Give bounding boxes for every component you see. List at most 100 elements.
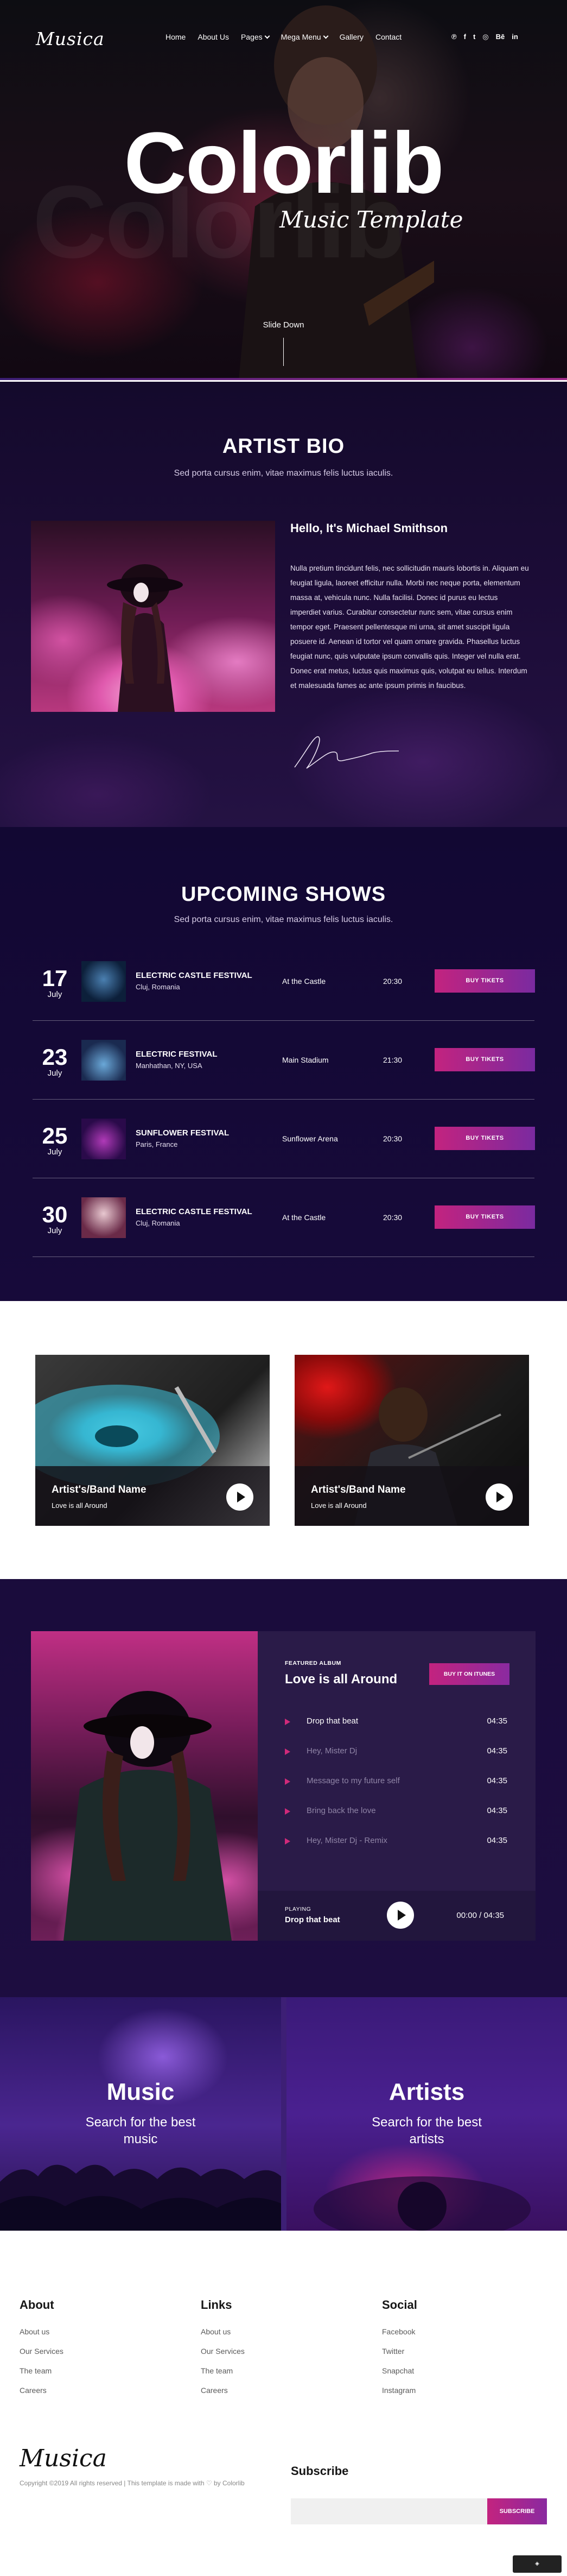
show-name: ELECTRIC FESTIVAL	[136, 1050, 218, 1059]
nav-pages[interactable]: Pages	[240, 33, 270, 41]
linkedin-icon[interactable]: in	[512, 33, 518, 41]
footer-column-links: Links About us Our Services The team Car…	[201, 2298, 245, 2405]
show-venue: At the Castle	[282, 1213, 326, 1222]
footer-link[interactable]: The team	[201, 2366, 245, 2386]
show-location: Paris, France	[136, 1140, 178, 1148]
buy-tickets-button[interactable]: BUY TIKETS	[435, 1127, 535, 1150]
now-playing-bar: PLAYING Drop that beat 00:00 / 04:35	[258, 1891, 536, 1941]
footer-heading: About	[20, 2298, 54, 2312]
section-title: UPCOMING SHOWS	[181, 883, 386, 906]
show-thumbnail	[81, 1119, 126, 1159]
chevron-down-icon	[323, 33, 329, 39]
promo-section: Music Search for the best music Artists …	[0, 1997, 567, 2231]
promo-text: Search for the best artists	[372, 2115, 482, 2146]
bio-heading: Hello, It's Michael Smithson	[290, 521, 448, 535]
play-icon[interactable]	[226, 1483, 253, 1511]
footer-link[interactable]: Our Services	[201, 2347, 245, 2366]
footer-link[interactable]: Careers	[201, 2386, 245, 2405]
footer-link[interactable]: Our Services	[20, 2347, 63, 2366]
hero-section: CoIorlib Musica Home About Us Pages Mega…	[0, 0, 567, 380]
show-time: 20:30	[383, 977, 403, 986]
show-venue: Sunflower Arena	[282, 1134, 338, 1143]
track-name: Drop that beat	[307, 1716, 359, 1726]
card-subtitle: Love is all Around	[311, 1501, 367, 1510]
play-icon[interactable]	[486, 1483, 513, 1511]
footer-link[interactable]: Careers	[20, 2386, 63, 2405]
footer-link[interactable]: About us	[201, 2327, 245, 2347]
footer-heading: Social	[382, 2298, 417, 2312]
album-title: Love is all Around	[285, 1672, 398, 1687]
logo[interactable]: Musica	[36, 28, 105, 49]
nav-mega-menu[interactable]: Mega Menu	[281, 33, 329, 41]
track-duration: 04:35	[487, 1806, 507, 1815]
pinterest-icon[interactable]: ℗	[451, 33, 457, 41]
hero-subtitle: Music Template	[279, 206, 463, 233]
show-row: 25 July SUNFLOWER FESTIVAL Paris, France…	[33, 1100, 535, 1178]
subscribe-email-input[interactable]	[291, 2498, 487, 2524]
footer-link[interactable]: Twitter	[382, 2347, 417, 2366]
track-name: Hey, Mister Dj - Remix	[307, 1836, 387, 1845]
show-day: 17	[42, 965, 68, 991]
footer-link[interactable]: Snapchat	[382, 2366, 417, 2386]
slide-down-link[interactable]: Slide Down	[0, 320, 567, 330]
show-venue: Main Stadium	[282, 1056, 329, 1064]
show-time: 20:30	[383, 1134, 403, 1143]
track-item[interactable]: Hey, Mister Dj 04:35	[285, 1746, 507, 1757]
footer-link[interactable]: Facebook	[382, 2327, 417, 2347]
show-location: Cluj, Romania	[136, 983, 180, 991]
nav-label: Contact	[375, 33, 402, 41]
nav-home[interactable]: Home	[165, 33, 186, 41]
footer-link[interactable]: Instagram	[382, 2386, 417, 2405]
show-month: July	[47, 1226, 62, 1235]
main-nav: Home About Us Pages Mega Menu Gallery Co…	[165, 33, 402, 41]
artist-photo	[31, 521, 275, 712]
show-thumbnail	[81, 1197, 126, 1238]
track-item[interactable]: Hey, Mister Dj - Remix 04:35	[285, 1836, 507, 1847]
show-month: July	[47, 1147, 62, 1157]
now-playing-title: Drop that beat	[285, 1915, 340, 1924]
show-row: 30 July ELECTRIC CASTLE FESTIVAL Cluj, R…	[33, 1178, 535, 1257]
subscribe-button[interactable]: SUBSCRIBE	[487, 2498, 547, 2524]
card-title: Artist's/Band Name	[52, 1484, 146, 1495]
buy-tickets-button[interactable]: BUY TIKETS	[435, 1048, 535, 1071]
section-subtitle: Sed porta cursus enim, vitae maximus fel…	[174, 469, 393, 478]
album-cover	[31, 1631, 258, 1941]
footer-link[interactable]: About us	[20, 2327, 63, 2347]
footer-column-about: About About us Our Services The team Car…	[20, 2298, 63, 2405]
footer-link[interactable]: The team	[20, 2366, 63, 2386]
facebook-icon[interactable]: f	[464, 33, 466, 41]
promo-title: Music	[106, 2079, 175, 2105]
track-item[interactable]: Bring back the love 04:35	[285, 1806, 507, 1817]
promo-artists[interactable]: Artists Search for the best artists	[286, 1997, 567, 2231]
buy-tickets-button[interactable]: BUY TIKETS	[435, 1205, 535, 1229]
track-item[interactable]: Drop that beat 04:35	[285, 1716, 507, 1727]
show-name: ELECTRIC CASTLE FESTIVAL	[136, 1207, 252, 1216]
show-row: 23 July ELECTRIC FESTIVAL Manhathan, NY,…	[33, 1021, 535, 1100]
play-icon[interactable]	[387, 1902, 414, 1929]
buy-tickets-button[interactable]: BUY TIKETS	[435, 969, 535, 993]
nav-label: Pages	[240, 33, 263, 41]
show-thumbnail	[81, 1040, 126, 1081]
show-name: SUNFLOWER FESTIVAL	[136, 1128, 230, 1138]
artist-card[interactable]: Artist's/Band Name Love is all Around	[35, 1355, 270, 1526]
nav-about[interactable]: About Us	[198, 33, 229, 41]
behance-icon[interactable]: Bē	[496, 33, 505, 41]
promo-music[interactable]: Music Search for the best music	[0, 1997, 281, 2231]
show-day: 30	[42, 1202, 68, 1227]
footer: About About us Our Services The team Car…	[0, 2231, 567, 2576]
show-time: 20:30	[383, 1213, 403, 1222]
show-day: 23	[42, 1044, 68, 1070]
footer-logo[interactable]: Musica	[20, 2445, 107, 2472]
twitter-icon[interactable]: t	[473, 33, 475, 41]
artist-card[interactable]: Artist's/Band Name Love is all Around	[295, 1355, 529, 1526]
nav-contact[interactable]: Contact	[375, 33, 402, 41]
buy-itunes-button[interactable]: BUY IT ON ITUNES	[429, 1663, 509, 1685]
track-item[interactable]: Message to my future self 04:35	[285, 1776, 507, 1787]
nav-gallery[interactable]: Gallery	[340, 33, 364, 41]
show-month: July	[47, 1069, 62, 1078]
dribbble-icon[interactable]: ◎	[482, 33, 488, 41]
page: CoIorlib Musica Home About Us Pages Mega…	[0, 0, 567, 2576]
card-subtitle: Love is all Around	[52, 1501, 107, 1510]
promo-text: Search for the best music	[85, 2115, 196, 2146]
track-duration: 04:35	[487, 1746, 507, 1756]
